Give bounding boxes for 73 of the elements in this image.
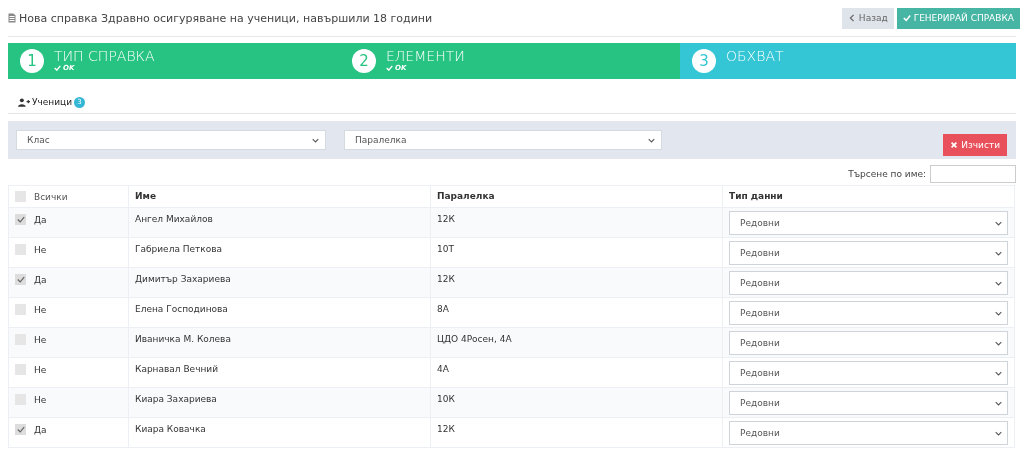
- step-number: 3: [692, 49, 716, 73]
- column-header: Тип данни: [729, 191, 783, 201]
- section-select[interactable]: Паралелка: [344, 130, 662, 150]
- chevron-down-icon: [995, 400, 1002, 406]
- chevron-left-icon: [847, 14, 856, 22]
- document-icon: [8, 13, 16, 23]
- checkbox-label: Не: [34, 394, 47, 405]
- table-cell: 12К: [437, 274, 455, 284]
- data-type-select[interactable]: Редовни: [729, 241, 1008, 265]
- table-cell: Карнавал Вечний: [135, 364, 219, 374]
- table-cell: Ангел Михайлов: [135, 214, 213, 224]
- row-checkbox[interactable]: [15, 214, 26, 225]
- table-cell: Елена Господинова: [135, 304, 228, 314]
- checkbox-label: Не: [34, 304, 47, 315]
- data-type-select[interactable]: Редовни: [729, 271, 1008, 295]
- row-checkbox[interactable]: [15, 364, 26, 375]
- select-all-checkbox[interactable]: [15, 191, 26, 202]
- table-cell: Киара Ковачка: [135, 424, 206, 434]
- table-cell: Габриела Петкова: [135, 244, 223, 254]
- table-cell: 10К: [437, 394, 455, 404]
- row-checkbox[interactable]: [15, 304, 26, 315]
- chevron-down-icon: [995, 280, 1002, 286]
- data-type-select[interactable]: Редовни: [729, 391, 1008, 415]
- step-number: 1: [20, 49, 44, 73]
- chevron-down-icon: [995, 250, 1002, 256]
- table-cell: 10Т: [437, 244, 454, 254]
- chevron-down-icon: [995, 310, 1002, 316]
- table-cell: Киара Захариева: [135, 394, 217, 404]
- data-type-select[interactable]: Редовни: [729, 211, 1008, 235]
- chevron-down-icon: [648, 137, 655, 143]
- back-button[interactable]: Назад: [841, 7, 894, 29]
- checkbox-label: Не: [34, 334, 47, 345]
- step-title: ЕЛЕМЕНТИ: [386, 49, 465, 64]
- checkbox-label: Да: [34, 274, 47, 285]
- data-type-select[interactable]: Редовни: [729, 331, 1008, 355]
- table-cell: Иваничка М. Колева: [135, 334, 231, 344]
- class-select[interactable]: Клас: [16, 130, 326, 150]
- table-cell: Димитър Захариева: [135, 274, 231, 284]
- column-header: Име: [135, 191, 156, 201]
- page-title: Нова справка Здравно осигуряване на ученици, навършили 18 години: [19, 11, 433, 25]
- row-checkbox[interactable]: [15, 274, 26, 285]
- table-cell: 12К: [437, 214, 455, 224]
- check-icon: [54, 65, 61, 71]
- column-header: Всички: [34, 191, 68, 202]
- chevron-down-icon: [995, 370, 1002, 376]
- checkbox-label: Да: [34, 424, 47, 435]
- table-cell: 8А: [437, 304, 449, 314]
- step-title: ТИП СПРАВКА: [54, 49, 155, 64]
- checkbox-label: Не: [34, 244, 47, 255]
- check-icon: [386, 65, 393, 71]
- row-checkbox[interactable]: [15, 244, 26, 255]
- table-cell: 4А: [437, 364, 449, 374]
- table-cell: ЦДО 4Росен, 4А: [437, 334, 512, 344]
- data-type-select[interactable]: Редовни: [729, 361, 1008, 385]
- step-title: ОБХВАТ: [726, 49, 784, 64]
- data-type-select[interactable]: Редовни: [729, 421, 1008, 445]
- clear-button[interactable]: Изчисти: [943, 134, 1007, 156]
- column-header: Паралелка: [437, 191, 495, 201]
- search-label: Търсене по име:: [848, 169, 926, 179]
- close-icon: [950, 141, 959, 149]
- chevron-down-icon: [995, 340, 1002, 346]
- checkbox-label: Не: [34, 364, 47, 375]
- chevron-down-icon: [995, 430, 1002, 436]
- step-number: 2: [352, 49, 376, 73]
- table-cell: 12К: [437, 424, 455, 434]
- data-type-select[interactable]: Редовни: [729, 301, 1008, 325]
- chevron-down-icon: [995, 220, 1002, 226]
- chevron-down-icon: [312, 137, 319, 143]
- search-field[interactable]: [930, 165, 1016, 183]
- row-checkbox[interactable]: [15, 424, 26, 435]
- checkbox-label: Да: [34, 214, 47, 225]
- check-icon: [902, 14, 911, 22]
- add-user-icon: [18, 97, 30, 107]
